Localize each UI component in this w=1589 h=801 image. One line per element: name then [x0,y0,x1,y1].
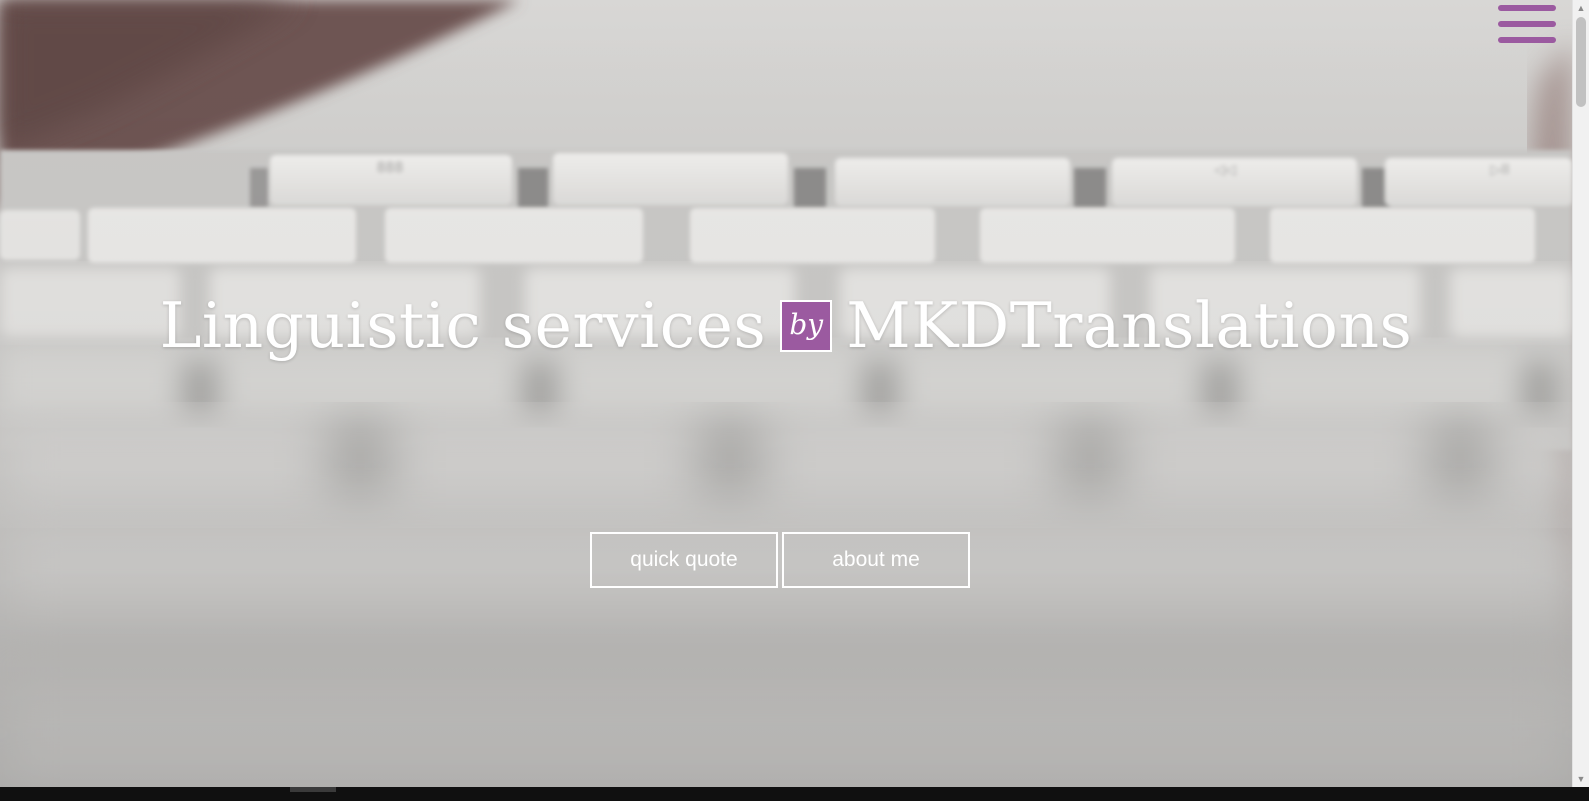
hamburger-menu-button[interactable] [1496,2,1558,50]
headline-text-brand: MKDTranslations [846,289,1413,362]
browser-viewport: 888 ◁◁ ▷II [0,0,1589,801]
scroll-down-arrow-icon[interactable]: ▼ [1573,771,1589,787]
hamburger-menu-icon [1498,5,1556,11]
hero-overlay [0,0,1572,787]
by-badge: by [780,299,833,352]
hero-headline: Linguistic services by MKDTranslations [0,288,1572,364]
quick-quote-button[interactable]: quick quote [590,532,778,588]
hamburger-menu-icon-bottom [1498,37,1556,43]
hero-section: 888 ◁◁ ▷II [0,0,1572,787]
bottom-edge-strip [0,787,1589,801]
scroll-up-arrow-icon[interactable]: ▲ [1573,0,1589,16]
hamburger-menu-icon-middle [1498,21,1556,27]
bottom-strip-marker [290,787,336,792]
headline-text-services: Linguistic services [159,289,767,362]
page-scrollbar[interactable]: ▲ ▼ [1572,0,1589,787]
about-me-button[interactable]: about me [782,532,970,588]
scrollbar-thumb[interactable] [1576,17,1586,107]
